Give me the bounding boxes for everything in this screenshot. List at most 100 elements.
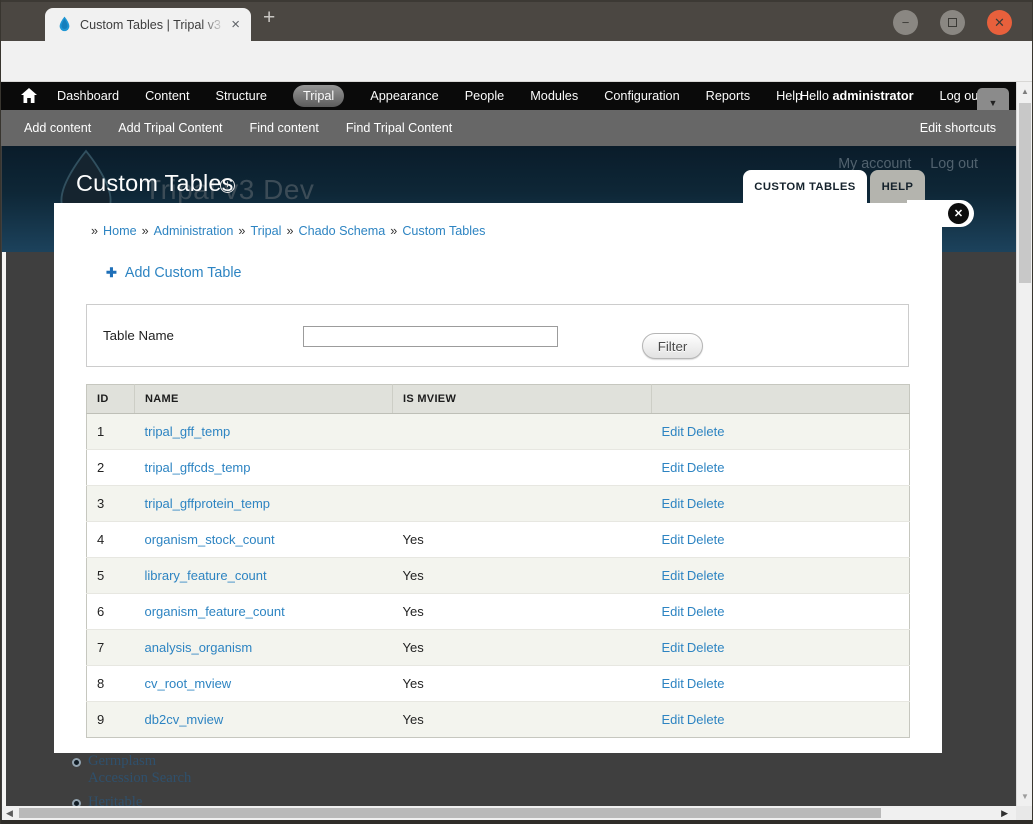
- admin-menu-item[interactable]: Modules: [530, 89, 578, 103]
- delete-link[interactable]: Delete: [687, 496, 725, 511]
- plus-icon: ✚: [106, 265, 117, 281]
- scroll-up-icon[interactable]: ▲: [1017, 87, 1033, 96]
- cell-is-mview: Yes: [393, 558, 652, 594]
- table-name-link[interactable]: organism_feature_count: [145, 604, 285, 619]
- admin-menu-item[interactable]: Dashboard: [57, 89, 119, 103]
- tab-help[interactable]: HELP: [870, 170, 925, 203]
- maximize-button[interactable]: [940, 10, 965, 35]
- browser-tab[interactable]: Custom Tables | Tripal v3 Dev ×: [45, 8, 251, 41]
- table-row: 5 library_feature_count Yes EditDelete: [87, 558, 910, 594]
- table-name-link[interactable]: organism_stock_count: [145, 532, 275, 547]
- delete-link[interactable]: Delete: [687, 424, 725, 439]
- table-name-link[interactable]: analysis_organism: [145, 640, 253, 655]
- tab-custom-tables[interactable]: CUSTOM TABLES: [743, 170, 867, 203]
- horizontal-scrollbar-thumb[interactable]: [19, 808, 881, 818]
- breadcrumb-link[interactable]: Administration: [154, 224, 234, 238]
- shortcut-link[interactable]: Add content: [24, 121, 91, 135]
- shortcut-link[interactable]: Find Tripal Content: [346, 121, 452, 135]
- filter-button[interactable]: Filter: [642, 333, 703, 359]
- vertical-scrollbar-thumb[interactable]: [1019, 103, 1031, 283]
- breadcrumb-separator: »: [281, 224, 298, 238]
- admin-logout-link[interactable]: Log out: [940, 89, 982, 103]
- edit-link[interactable]: Edit: [662, 640, 684, 655]
- minimize-button[interactable]: −: [893, 10, 918, 35]
- new-tab-button[interactable]: +: [263, 6, 275, 30]
- table-name-link[interactable]: tripal_gffcds_temp: [145, 460, 251, 475]
- admin-menu: Dashboard Content Structure Tripal Appearanc…: [57, 82, 802, 110]
- table-name-link[interactable]: cv_root_mview: [145, 676, 232, 691]
- delete-link[interactable]: Delete: [687, 712, 725, 727]
- edit-link[interactable]: Edit: [662, 496, 684, 511]
- table-name-link[interactable]: tripal_gffprotein_temp: [145, 496, 271, 511]
- delete-link[interactable]: Delete: [687, 640, 725, 655]
- delete-link[interactable]: Delete: [687, 568, 725, 583]
- tab-close-icon[interactable]: ×: [228, 16, 243, 33]
- admin-menu-item[interactable]: Configuration: [604, 89, 679, 103]
- cell-is-mview: Yes: [393, 702, 652, 738]
- admin-menu-item[interactable]: Tripal: [293, 85, 344, 107]
- close-window-button[interactable]: ✕: [987, 10, 1012, 35]
- admin-menu-item[interactable]: Reports: [706, 89, 750, 103]
- breadcrumb-separator: »: [233, 224, 250, 238]
- home-icon[interactable]: [21, 88, 37, 103]
- edit-link[interactable]: Edit: [662, 568, 684, 583]
- table-name-link[interactable]: tripal_gff_temp: [145, 424, 231, 439]
- edit-link[interactable]: Edit: [662, 676, 684, 691]
- cell-id: 4: [87, 522, 135, 558]
- breadcrumb-link[interactable]: Chado Schema: [298, 224, 385, 238]
- cell-id: 6: [87, 594, 135, 630]
- sidebar-link[interactable]: Germplasm Accession Search: [88, 753, 191, 786]
- vertical-scrollbar[interactable]: ▲ ▼: [1016, 82, 1032, 806]
- table-name-link[interactable]: db2cv_mview: [145, 712, 224, 727]
- table-row: 6 organism_feature_count Yes EditDelete: [87, 594, 910, 630]
- col-header-ismview: IS MVIEW: [393, 385, 652, 414]
- edit-link[interactable]: Edit: [662, 460, 684, 475]
- shortcut-link[interactable]: Find content: [250, 121, 319, 135]
- delete-link[interactable]: Delete: [687, 460, 725, 475]
- delete-link[interactable]: Delete: [687, 604, 725, 619]
- chevron-down-icon: ▼: [989, 98, 998, 108]
- cell-id: 1: [87, 414, 135, 450]
- admin-menu-item[interactable]: Appearance: [370, 89, 438, 103]
- breadcrumb-link[interactable]: Custom Tables: [402, 224, 485, 238]
- col-header-name: NAME: [135, 385, 393, 414]
- scroll-left-icon[interactable]: ◀: [6, 808, 13, 819]
- delete-link[interactable]: Delete: [687, 532, 725, 547]
- table-row: 7 analysis_organism Yes EditDelete: [87, 630, 910, 666]
- site-logout-link[interactable]: Log out: [930, 156, 978, 172]
- browser-toolbar: ← → ↻ i localhost/#overlay=admin/tripal/…: [1, 41, 1033, 82]
- edit-link[interactable]: Edit: [662, 532, 684, 547]
- cell-id: 5: [87, 558, 135, 594]
- table-row: 1 tripal_gff_temp EditDelete: [87, 414, 910, 450]
- table-name-link[interactable]: library_feature_count: [145, 568, 267, 583]
- horizontal-scrollbar[interactable]: ◀ ▶: [2, 806, 1016, 820]
- add-shortcut-icon[interactable]: +: [220, 178, 235, 193]
- scroll-right-icon[interactable]: ▶: [1001, 808, 1008, 819]
- window-border-bottom: [1, 820, 1033, 824]
- admin-menu-item[interactable]: Help: [776, 89, 802, 103]
- edit-link[interactable]: Edit: [662, 604, 684, 619]
- shortcut-link[interactable]: Add Tripal Content: [118, 121, 222, 135]
- breadcrumb-link[interactable]: Tripal: [250, 224, 281, 238]
- admin-menu-item[interactable]: Structure: [216, 89, 267, 103]
- breadcrumb-separator: »: [385, 224, 402, 238]
- cell-id: 3: [87, 486, 135, 522]
- scroll-down-icon[interactable]: ▼: [1017, 792, 1033, 801]
- filter-fieldset: Table Name Filter: [86, 304, 909, 367]
- tab-title: Custom Tables | Tripal v3 Dev: [80, 18, 228, 32]
- hello-user-text: Hello administrator: [800, 89, 914, 103]
- delete-link[interactable]: Delete: [687, 676, 725, 691]
- breadcrumb-link[interactable]: Home: [103, 224, 137, 238]
- overlay-close-area: ✕: [907, 200, 974, 227]
- overlay-close-button[interactable]: ✕: [948, 203, 969, 224]
- edit-link[interactable]: Edit: [662, 712, 684, 727]
- edit-link[interactable]: Edit: [662, 424, 684, 439]
- shortcut-links: Add content Add Tripal Content Find conten…: [24, 110, 452, 146]
- admin-menu-item[interactable]: Content: [145, 89, 189, 103]
- table-row: 9 db2cv_mview Yes EditDelete: [87, 702, 910, 738]
- admin-menu-item[interactable]: People: [465, 89, 505, 103]
- table-name-input[interactable]: [303, 326, 558, 347]
- add-custom-table-link[interactable]: Add Custom Table: [125, 265, 242, 281]
- tab-strip: Custom Tables | Tripal v3 Dev × + − ✕: [1, 0, 1033, 41]
- edit-shortcuts-link[interactable]: Edit shortcuts: [920, 110, 996, 146]
